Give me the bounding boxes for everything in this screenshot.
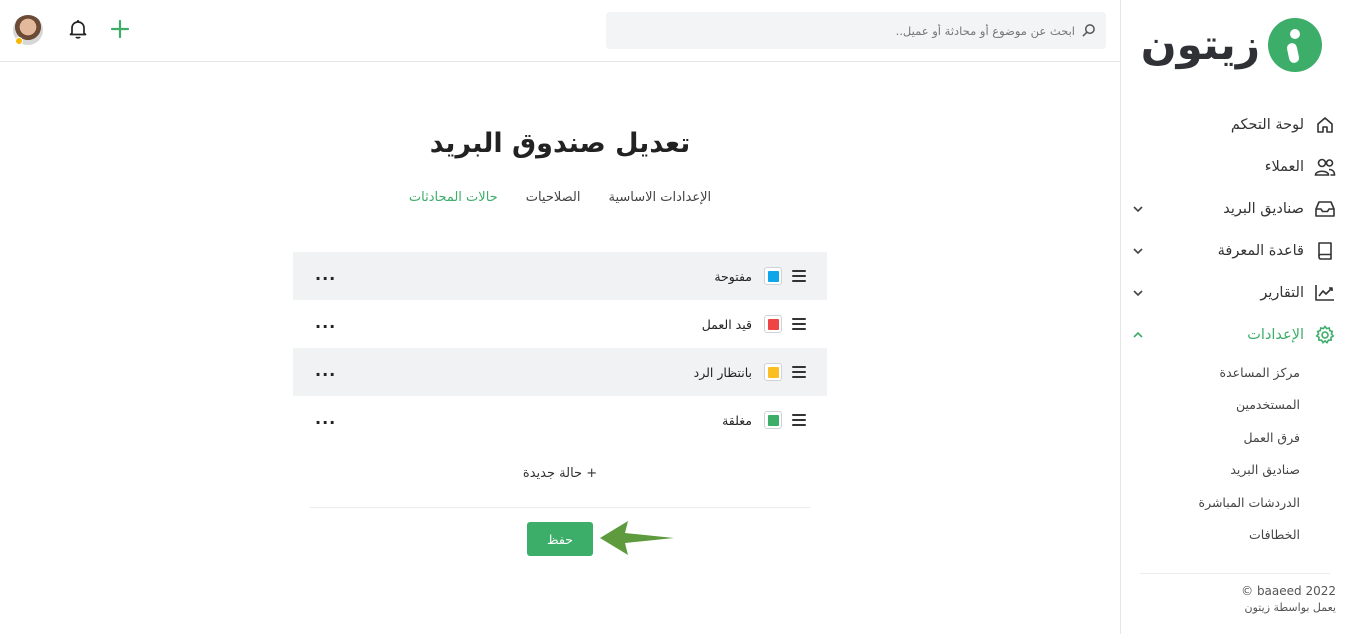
home-icon: [1314, 114, 1336, 136]
sidebar-divider: [1140, 573, 1330, 574]
submenu-item-teams[interactable]: فرق العمل: [1130, 421, 1300, 454]
logo-mark-icon: [1268, 18, 1322, 72]
sidebar-item-label: قاعدة المعرفة: [1217, 243, 1304, 259]
sidebar-item-label: العملاء: [1264, 159, 1304, 175]
submenu-item-mailboxes[interactable]: صناديق البريد: [1130, 454, 1300, 487]
sidebar: زيتون لوحة التحكم العملاء صناديق البريد: [1120, 0, 1350, 634]
more-options-icon[interactable]: ...: [315, 267, 336, 283]
brand-logo[interactable]: زيتون: [1141, 14, 1322, 76]
drag-handle-icon[interactable]: [792, 270, 806, 282]
status-row: مغلقة ...: [293, 396, 827, 444]
sidebar-item-label: لوحة التحكم: [1230, 117, 1304, 133]
tab-conversation-statuses[interactable]: حالات المحادثات: [409, 190, 498, 205]
users-icon: [1314, 156, 1336, 178]
sidebar-item-dashboard[interactable]: لوحة التحكم: [1130, 104, 1336, 146]
status-name: مغلقة: [722, 412, 752, 428]
status-name: قيد العمل: [701, 316, 752, 332]
sidebar-item-label: الإعدادات: [1247, 327, 1304, 343]
settings-submenu: مركز المساعدة المستخدمين فرق العمل صنادي…: [1130, 356, 1336, 551]
drag-handle-icon[interactable]: [792, 318, 806, 330]
book-icon: [1314, 240, 1336, 262]
status-list: مفتوحة ... قيد العمل ... بانتظار الرد ..…: [293, 252, 827, 444]
status-row: قيد العمل ...: [293, 300, 827, 348]
powered-by-text: يعمل بواسطة زيتون: [1244, 601, 1336, 614]
status-row: بانتظار الرد ...: [293, 348, 827, 396]
sidebar-item-customers[interactable]: العملاء: [1130, 146, 1336, 188]
submenu-item-live-chats[interactable]: الدردشات المباشرة: [1130, 486, 1300, 519]
color-swatch[interactable]: [764, 411, 782, 429]
inbox-icon: [1314, 198, 1336, 220]
status-dot-icon: [15, 37, 23, 45]
logo-text: زيتون: [1140, 20, 1260, 69]
color-fill: [767, 270, 779, 282]
color-fill: [767, 366, 779, 378]
add-icon[interactable]: [109, 18, 131, 40]
sidebar-item-settings[interactable]: الإعدادات: [1130, 314, 1336, 356]
sidebar-item-knowledge-base[interactable]: قاعدة المعرفة: [1130, 230, 1336, 272]
tab-permissions[interactable]: الصلاحيات: [526, 190, 581, 205]
chevron-down-icon[interactable]: [1130, 201, 1146, 217]
submenu-item-users[interactable]: المستخدمين: [1130, 389, 1300, 422]
sidebar-item-label: صناديق البريد: [1223, 201, 1304, 217]
chevron-up-icon[interactable]: [1130, 327, 1146, 343]
top-bar: [0, 0, 1120, 62]
color-swatch[interactable]: [764, 363, 782, 381]
more-options-icon[interactable]: ...: [315, 363, 336, 379]
search-input[interactable]: [635, 23, 1075, 38]
tab-basic-settings[interactable]: الإعدادات الاساسية: [608, 190, 711, 205]
annotation-arrow-icon: [600, 521, 674, 555]
more-options-icon[interactable]: ...: [315, 411, 336, 427]
sidebar-item-mailboxes[interactable]: صناديق البريد: [1130, 188, 1336, 230]
drag-handle-icon[interactable]: [792, 414, 806, 426]
drag-handle-icon[interactable]: [792, 366, 806, 378]
chart-icon: [1314, 282, 1336, 304]
user-avatar[interactable]: [13, 15, 43, 45]
content-divider: [310, 507, 810, 508]
gear-icon: [1314, 324, 1336, 346]
color-fill: [767, 318, 779, 330]
save-button[interactable]: حفظ: [527, 522, 593, 556]
chevron-down-icon[interactable]: [1130, 285, 1146, 301]
submenu-item-help-center[interactable]: مركز المساعدة: [1130, 356, 1300, 389]
search-box[interactable]: [606, 12, 1106, 49]
bell-icon[interactable]: [67, 18, 89, 40]
add-status-link[interactable]: + حالة جديدة: [300, 466, 820, 481]
submenu-item-webhooks[interactable]: الخطافات: [1130, 519, 1300, 552]
color-fill: [767, 414, 779, 426]
color-swatch[interactable]: [764, 315, 782, 333]
sidebar-footer: © baaeed 2022 يعمل بواسطة زيتون: [1241, 584, 1336, 614]
chevron-down-icon[interactable]: [1130, 243, 1146, 259]
status-name: بانتظار الرد: [693, 364, 752, 380]
color-swatch[interactable]: [764, 267, 782, 285]
sidebar-nav: لوحة التحكم العملاء صناديق البريد قاعدة …: [1130, 104, 1336, 551]
page-title: تعديل صندوق البريد: [429, 128, 691, 159]
more-options-icon[interactable]: ...: [315, 315, 336, 331]
sidebar-item-label: التقارير: [1260, 285, 1304, 301]
search-icon: [1082, 24, 1095, 37]
status-name: مفتوحة: [714, 268, 752, 284]
sidebar-item-reports[interactable]: التقارير: [1130, 272, 1336, 314]
tab-bar: الإعدادات الاساسية الصلاحيات حالات المحا…: [290, 190, 830, 205]
copyright-text: © baaeed 2022: [1241, 584, 1336, 598]
status-row: مفتوحة ...: [293, 252, 827, 300]
